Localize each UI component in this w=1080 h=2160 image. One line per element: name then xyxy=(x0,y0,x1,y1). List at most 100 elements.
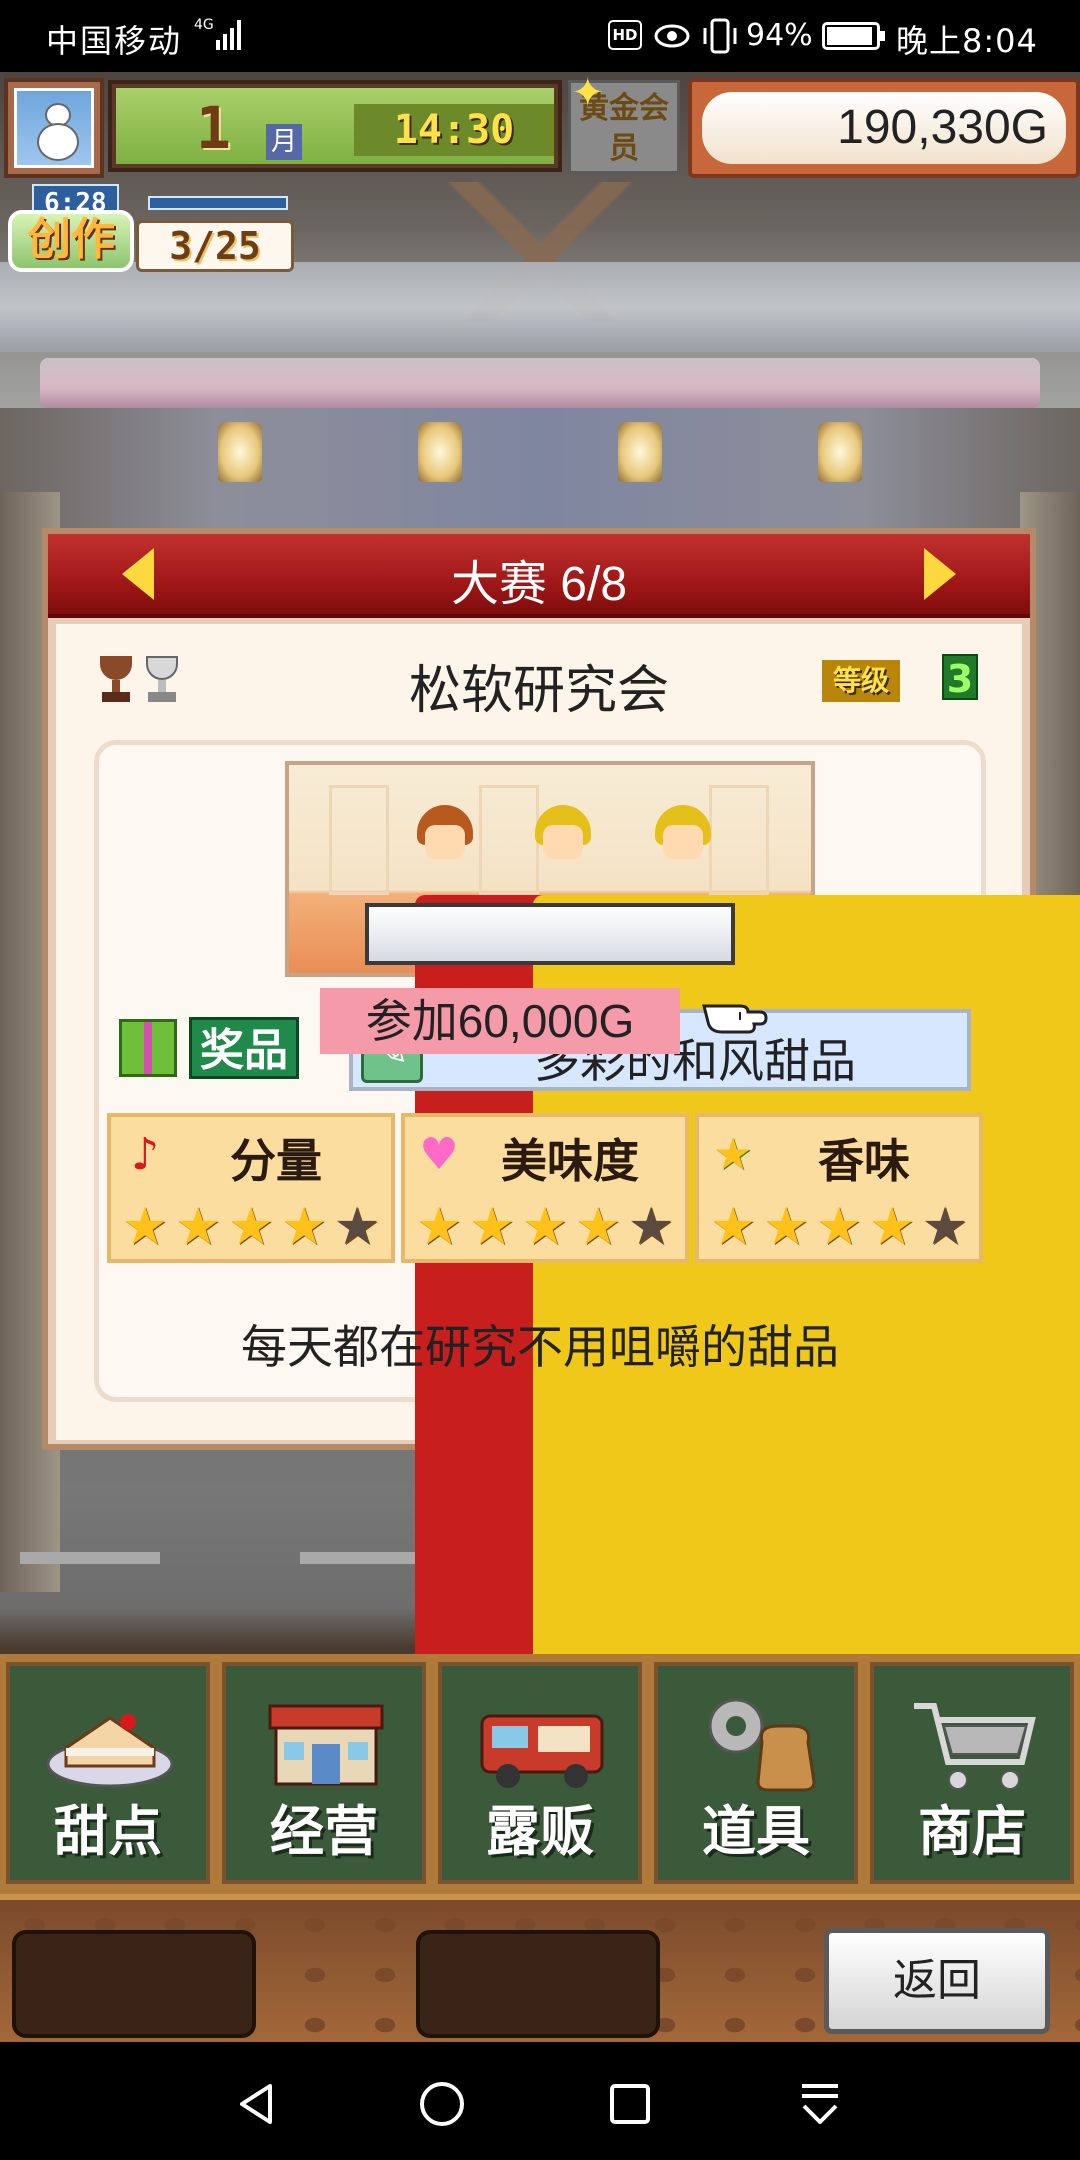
battery-icon xyxy=(822,22,885,50)
star-filled-icon: ★ xyxy=(415,1197,463,1257)
contest-header: 大赛 6/8 xyxy=(48,534,1030,618)
star-empty-icon: ★ xyxy=(627,1197,675,1257)
star-filled-icon: ★ xyxy=(521,1197,569,1257)
star-filled-icon: ★ xyxy=(227,1197,275,1257)
star-filled-icon: ★ xyxy=(815,1197,863,1257)
grade-label: 等级 xyxy=(822,660,900,702)
avatar-frame xyxy=(14,88,94,168)
home-circle-icon[interactable] xyxy=(418,2080,466,2128)
star-icon: ★ xyxy=(713,1129,753,1180)
money-value: 190,330G xyxy=(837,101,1048,154)
hd-icon: HD xyxy=(608,20,642,50)
menu-item-label: 商店 xyxy=(918,1800,1026,1863)
menu-item-label: 露贩 xyxy=(486,1800,594,1863)
star-filled-icon: ★ xyxy=(574,1197,622,1257)
notification-pulldown-icon[interactable] xyxy=(796,2080,844,2128)
judges-table xyxy=(365,903,735,965)
menu-item-store[interactable]: 商店 xyxy=(870,1662,1074,1884)
contest-description: 每天都在研究不用咀嚼的甜品 xyxy=(241,1321,839,1373)
food-truck-icon xyxy=(480,1714,604,1788)
create-widget[interactable]: 6:28 创作 3/25 xyxy=(8,184,298,276)
game-clock: 14:30 xyxy=(354,104,554,156)
empty-slot[interactable] xyxy=(416,1930,660,2038)
road-marking xyxy=(20,1552,160,1564)
prize-label: 奖品 xyxy=(189,1017,299,1079)
carrier-name: 中国移动 xyxy=(46,22,183,60)
eye-comfort-icon xyxy=(654,24,690,48)
pointing-hand-icon xyxy=(702,1004,768,1034)
empty-slot[interactable] xyxy=(12,1930,256,2038)
judge-icon xyxy=(407,805,1080,1711)
judge-icon xyxy=(525,805,1080,1711)
system-navigation-bar xyxy=(0,2042,1080,2160)
lamp-icon xyxy=(418,422,462,482)
create-count: 3/25 xyxy=(136,220,294,272)
cake-icon xyxy=(46,1714,174,1788)
next-arrow-icon[interactable] xyxy=(924,548,956,600)
star-filled-icon: ★ xyxy=(174,1197,222,1257)
date-bar: 1 月 14:30 xyxy=(116,88,554,164)
shop-building-icon xyxy=(268,1704,384,1786)
status-bar: 中国移动 4G HD 94% 晚上8:04 xyxy=(0,0,1080,72)
clock-time: 晚上8:04 xyxy=(896,22,1038,60)
menu-item-items[interactable]: 道具 xyxy=(654,1662,858,1884)
menu-item-desserts[interactable]: 甜点 xyxy=(6,1662,210,1884)
star-empty-icon: ★ xyxy=(921,1197,969,1257)
month-label: 月 xyxy=(266,124,302,160)
attribute-requirements: ♪ 分量 ★ ★ ★ ★ ★ ♥ 美味度 ★ ★ ★ ★ ★ ★ 香味 ★ ★ ★ ★ ★ xyxy=(107,1113,983,1263)
star-filled-icon: ★ xyxy=(468,1197,516,1257)
month-number: 1 xyxy=(196,94,231,162)
star-rating: ★ ★ ★ ★ ★ xyxy=(119,1201,389,1257)
heart-icon: ♥ xyxy=(419,1129,459,1180)
network-type: 4G xyxy=(194,17,214,33)
lamp-icon xyxy=(618,422,662,482)
contest-detail-card: 奖品 ✎ 多彩的和风甜品 ♪ 分量 ★★★★★ ♥ 美味度 xyxy=(94,740,1080,1711)
contest-header-title: 大赛 6/8 xyxy=(450,558,628,611)
menu-item-label: 道具 xyxy=(702,1800,810,1863)
background-ledge xyxy=(40,358,1040,408)
gift-icon xyxy=(119,1019,177,1077)
back-button[interactable]: 返回 xyxy=(824,1928,1050,2034)
star-rating: ★ ★ ★ ★ ★ xyxy=(413,1201,683,1257)
battery-level xyxy=(827,27,872,45)
bottom-menu: 甜点 经营 露贩 道具 商店 xyxy=(0,1654,1080,1894)
menu-item-label: 甜点 xyxy=(54,1800,162,1863)
lamp-icon xyxy=(218,422,262,482)
wall-panel xyxy=(329,785,389,895)
battery-percent: 94% xyxy=(746,18,813,53)
star-rating: ★ ★ ★ ★ ★ xyxy=(707,1201,977,1257)
menu-item-food-truck[interactable]: 露贩 xyxy=(438,1662,642,1884)
star-filled-icon: ★ xyxy=(762,1197,810,1257)
snowman-icon xyxy=(31,99,85,165)
star-empty-icon: ★ xyxy=(333,1197,381,1257)
grade-value: 3 xyxy=(942,654,978,701)
menu-item-management[interactable]: 经营 xyxy=(222,1662,426,1884)
attribute-label: 分量 xyxy=(230,1134,322,1188)
attribute-label: 香味 xyxy=(818,1134,910,1188)
star-filled-icon: ★ xyxy=(280,1197,328,1257)
back-triangle-icon[interactable] xyxy=(232,2080,280,2128)
vibrate-icon xyxy=(703,18,737,54)
footer-bar: 返回 xyxy=(0,1894,1080,2042)
menu-item-label: 经营 xyxy=(270,1800,378,1863)
attribute-label: 美味度 xyxy=(501,1134,639,1188)
shopping-cart-icon xyxy=(914,1703,1036,1790)
sparkle-icon: ✦ xyxy=(571,72,605,116)
join-contest-button[interactable]: 参加60,000G xyxy=(320,988,680,1054)
star-filled-icon: ★ xyxy=(868,1197,916,1257)
judge-icon xyxy=(645,805,1080,1711)
recents-square-icon[interactable] xyxy=(606,2080,654,2128)
attribute-portion: ♪ 分量 ★ ★ ★ ★ ★ xyxy=(107,1113,395,1263)
create-button[interactable]: 创作 xyxy=(8,210,134,272)
star-filled-icon: ★ xyxy=(709,1197,757,1257)
money-display: 190,330G xyxy=(688,78,1080,178)
attribute-aroma: ★ 香味 ★ ★ ★ ★ ★ xyxy=(695,1113,983,1263)
gold-membership-badge[interactable]: ✦ 黄金会员 xyxy=(568,73,680,174)
star-filled-icon: ★ xyxy=(121,1197,169,1257)
player-avatar[interactable] xyxy=(4,78,104,178)
judges-scene xyxy=(285,761,1080,1711)
signal-icon xyxy=(216,20,241,50)
create-progress-bar xyxy=(148,196,288,210)
date-panel: 1 月 14:30 xyxy=(108,80,562,172)
gear-and-bag-icon xyxy=(708,1698,816,1792)
